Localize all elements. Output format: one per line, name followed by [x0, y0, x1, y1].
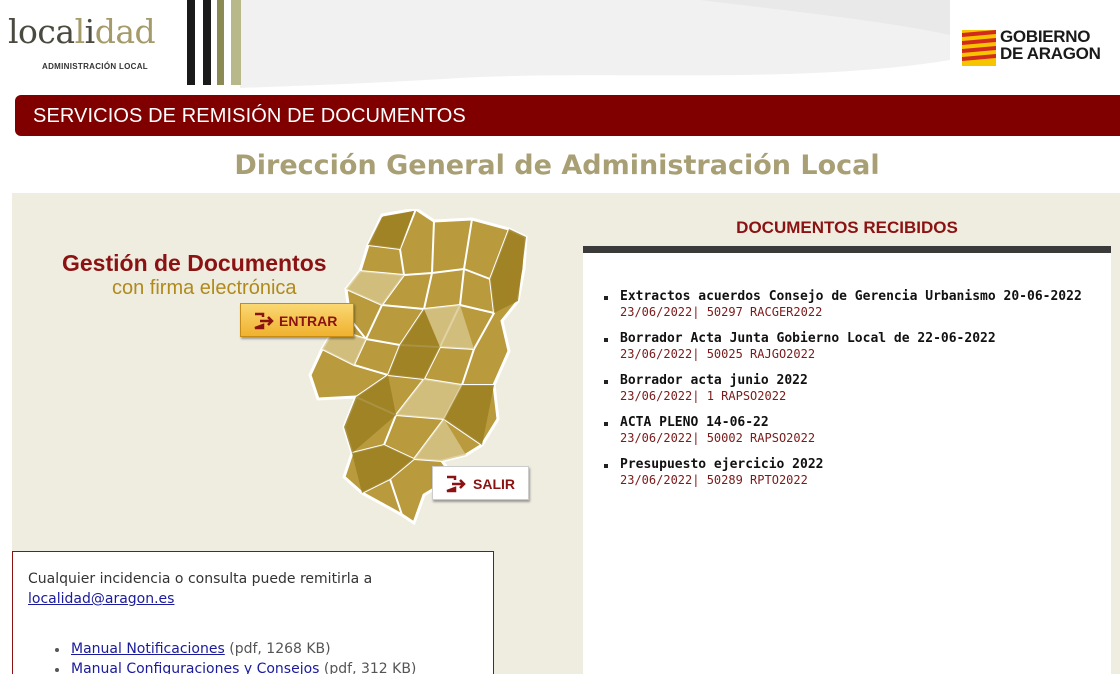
salir-button[interactable]: SALIR	[432, 466, 529, 500]
gestion-subtitle: con firma electrónica	[112, 277, 297, 299]
contact-message: Cualquier incidencia o consulta puede re…	[28, 571, 373, 587]
list-item: Manual Notificaciones (pdf, 1268 KB)	[54, 639, 416, 659]
contact-email-link[interactable]: localidad@aragon.es	[28, 591, 174, 607]
gobierno-aragon-logo[interactable]: GOBIERNO DE ARAGON	[962, 28, 1114, 68]
logout-icon	[446, 475, 466, 493]
documents-heading: DOCUMENTOS RECIBIDOS	[736, 218, 958, 237]
page-title: Dirección General de Administración Loca…	[234, 150, 880, 181]
document-meta: 23/06/2022| 1 RAPSO2022	[620, 389, 787, 403]
document-meta: 23/06/2022| 50025 RAJGO2022	[620, 347, 816, 361]
document-title-link[interactable]: Presupuesto ejercicio 2022	[620, 457, 1090, 473]
manual-notificaciones-link[interactable]: Manual Notificaciones	[71, 641, 225, 657]
document-meta: 23/06/2022| 50002 RAPSO2022	[620, 431, 816, 445]
document-item: Presupuesto ejercicio 2022 23/06/2022| 5…	[604, 457, 1090, 488]
documents-list: Extractos acuerdos Consejo de Gerencia U…	[604, 289, 1090, 499]
document-meta: 23/06/2022| 50297 RACGER2022	[620, 305, 823, 319]
document-title-link[interactable]: Borrador acta junio 2022	[620, 373, 1090, 389]
services-banner: SERVICIOS DE REMISIÓN DE DOCUMENTOS	[15, 95, 1120, 136]
gestion-title: Gestión de Documentos	[62, 250, 327, 276]
login-icon	[254, 312, 274, 330]
entrar-button[interactable]: ENTRAR	[240, 303, 354, 337]
list-item: Manual Configuraciones y Consejos (pdf, …	[54, 659, 417, 674]
logo-bars-icon	[187, 0, 241, 85]
banner-title: SERVICIOS DE REMISIÓN DE DOCUMENTOS	[33, 105, 466, 127]
aragon-flag-icon	[962, 30, 996, 66]
document-item: ACTA PLENO 14-06-22 23/06/2022| 50002 RA…	[604, 415, 1090, 446]
gov-logo-text: GOBIERNO DE ARAGON	[1000, 27, 1101, 63]
document-title-link[interactable]: ACTA PLENO 14-06-22	[620, 415, 1090, 431]
document-item: Extractos acuerdos Consejo de Gerencia U…	[604, 289, 1090, 320]
manuals-list: Manual Notificaciones (pdf, 1268 KB) Man…	[54, 639, 417, 674]
site-header: localidad ADMINISTRACIÓN LOCAL GOBIERNO …	[0, 0, 1120, 90]
document-item: Borrador Acta Junta Gobierno Local de 22…	[604, 331, 1090, 362]
logo-subtitle: ADMINISTRACIÓN LOCAL	[42, 62, 148, 71]
documents-panel: Extractos acuerdos Consejo de Gerencia U…	[583, 246, 1111, 674]
main-panel: Gestión de Documentos con firma electrón…	[12, 193, 1120, 674]
document-title-link[interactable]: Borrador Acta Junta Gobierno Local de 22…	[620, 331, 1090, 347]
manual-file-meta: (pdf, 312 KB)	[323, 661, 417, 674]
entrar-label: ENTRAR	[279, 313, 338, 329]
localidad-logo[interactable]: localidad ADMINISTRACIÓN LOCAL	[6, 0, 246, 88]
manual-file-meta: (pdf, 1268 KB)	[229, 641, 331, 657]
contact-info-box: Cualquier incidencia o consulta puede re…	[12, 551, 494, 674]
document-item: Borrador acta junio 2022 23/06/2022| 1 R…	[604, 373, 1090, 404]
manual-configuraciones-link[interactable]: Manual Configuraciones y Consejos	[71, 661, 319, 674]
logo-wordmark: localidad	[8, 12, 156, 51]
document-title-link[interactable]: Extractos acuerdos Consejo de Gerencia U…	[620, 289, 1090, 305]
document-meta: 23/06/2022| 50289 RPTO2022	[620, 473, 808, 487]
salir-label: SALIR	[473, 476, 515, 492]
contact-text: Cualquier incidencia o consulta puede re…	[28, 569, 488, 609]
